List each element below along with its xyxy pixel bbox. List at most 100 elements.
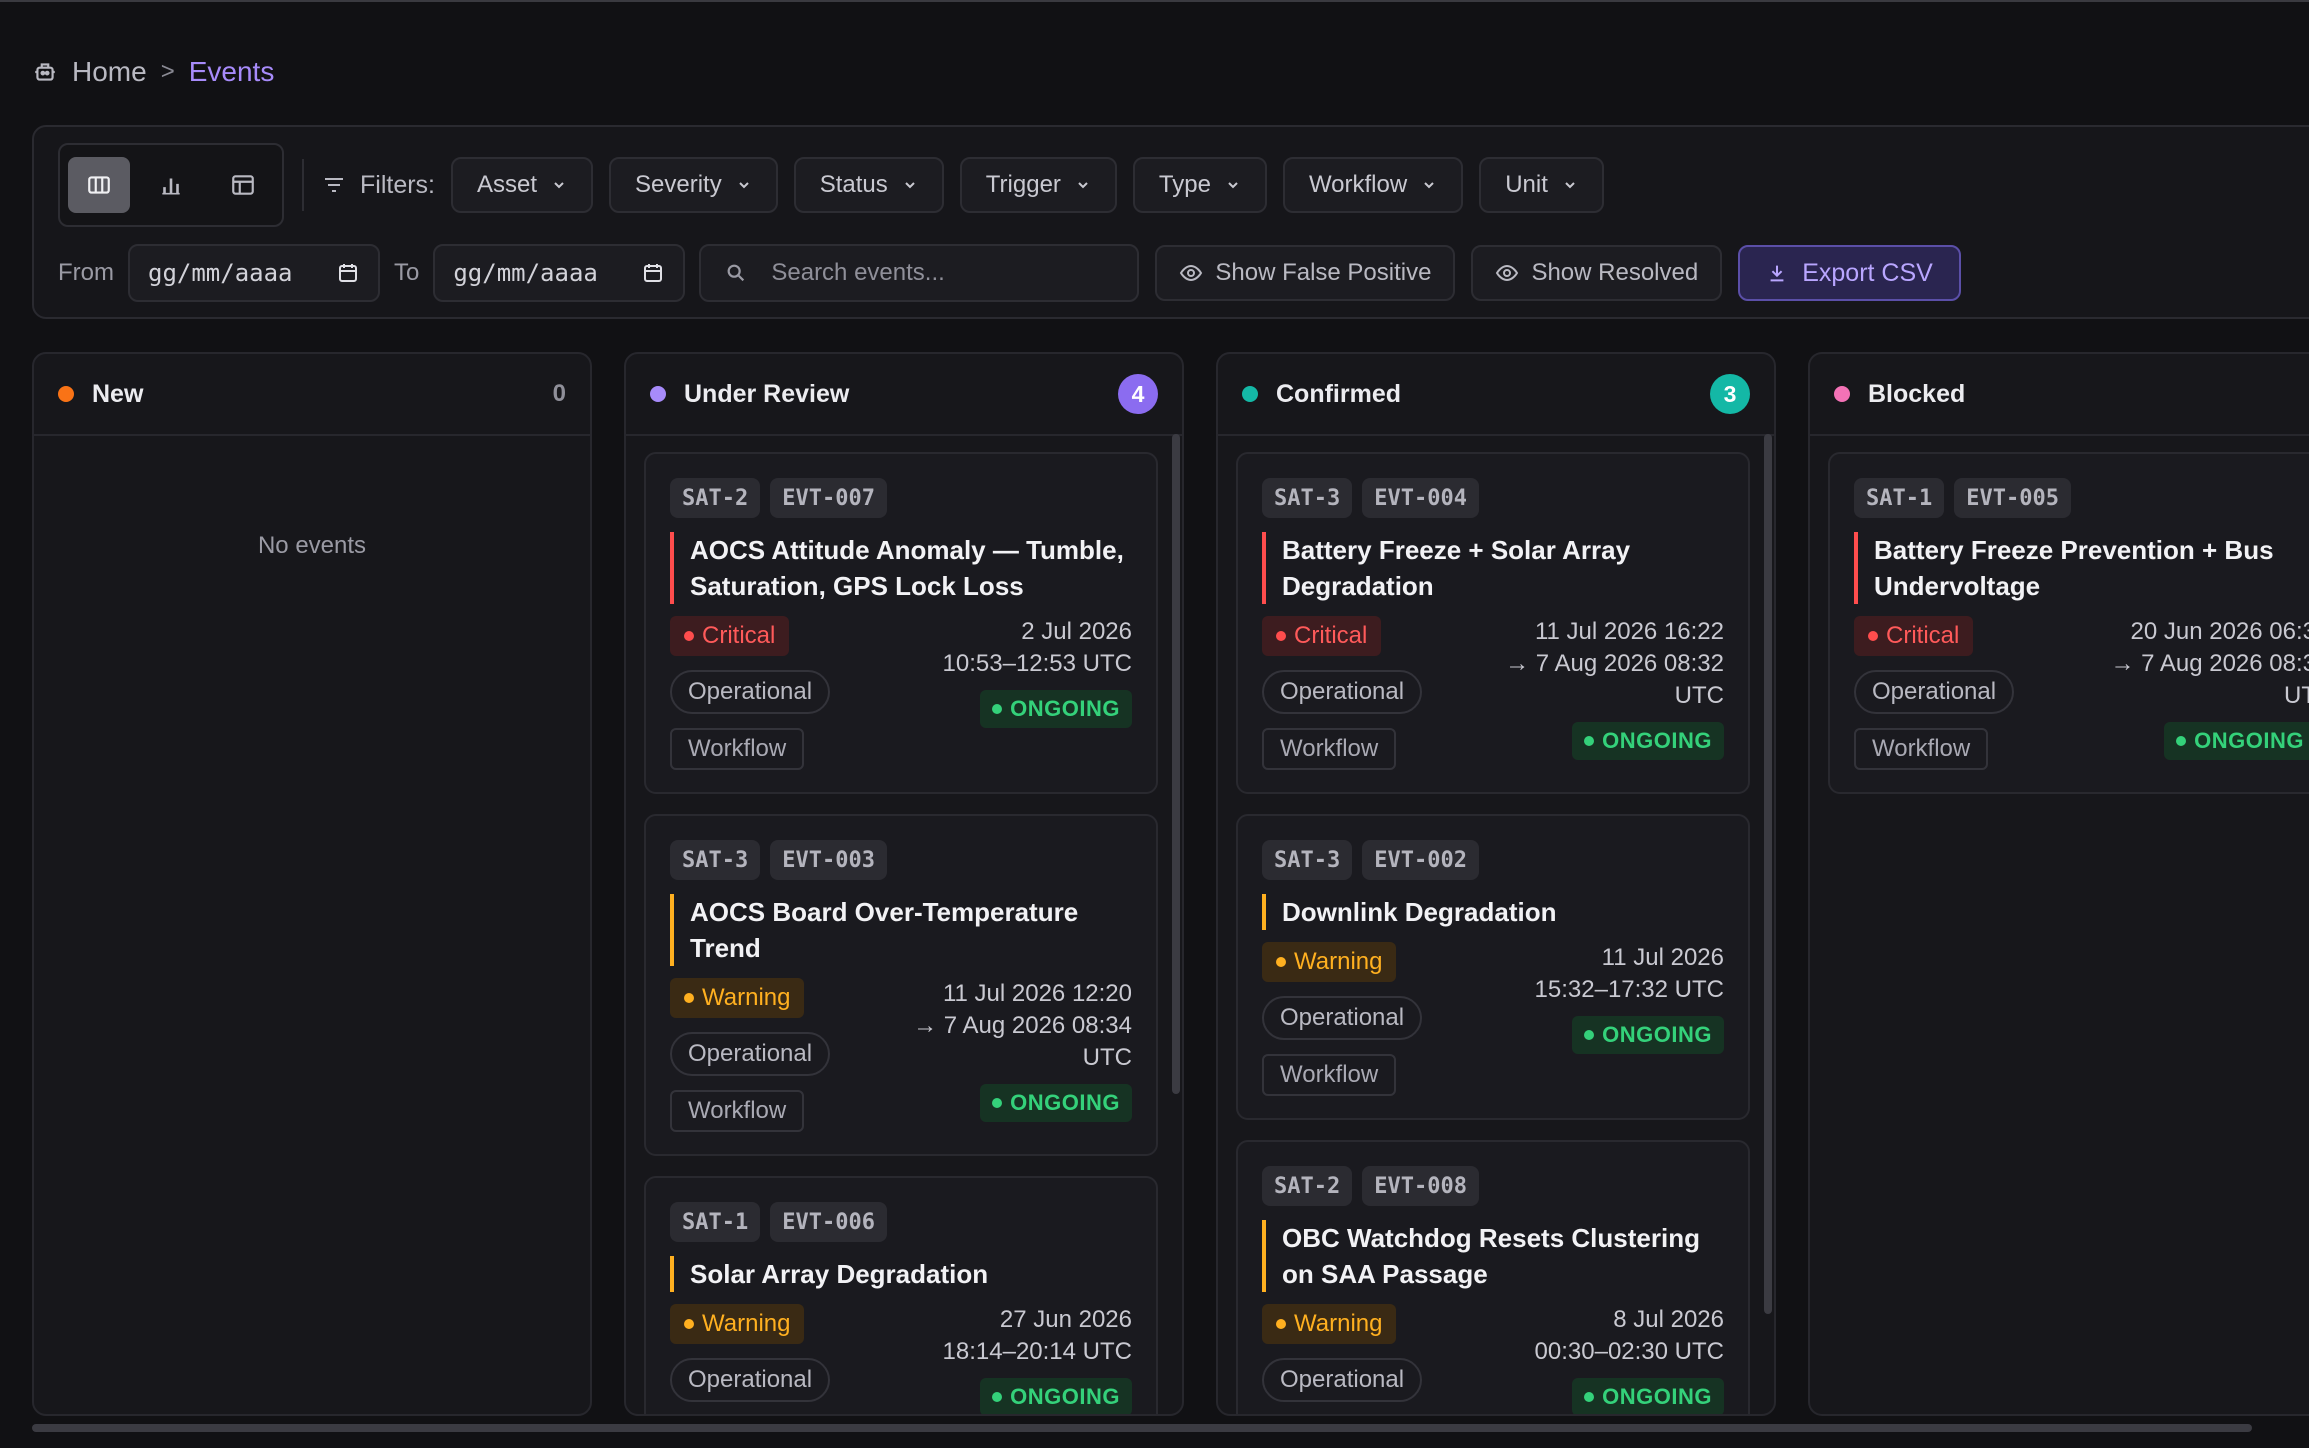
event-time: 11 Jul 2026 15:32–17:32 UTC — [1535, 942, 1724, 1006]
column-blocked: Blocked SAT-1 EVT-005 Battery Freeze Prev… — [1808, 352, 2309, 1416]
asset-tag: SAT-1 — [1854, 478, 1945, 518]
event-title: Battery Freeze Prevention + Bus Undervol… — [1854, 532, 2309, 604]
chevron-down-icon — [905, 182, 915, 189]
filter-workflow[interactable]: Workflow — [1282, 157, 1464, 213]
severity-badge: Warning — [670, 978, 805, 1018]
chevron-down-icon — [1565, 182, 1575, 189]
status-dot — [58, 386, 74, 402]
breadcrumb-home-link[interactable]: Home — [72, 56, 147, 88]
column-body: No events — [34, 436, 590, 576]
filters-label: Filters: — [322, 171, 435, 200]
filter-status[interactable]: Status — [793, 157, 944, 213]
filter-asset[interactable]: Asset — [451, 157, 594, 213]
show-false-positive-label: Show False Positive — [1215, 259, 1432, 286]
column-scrollbar[interactable] — [1172, 434, 1180, 1094]
to-date-input[interactable]: gg/mm/aaaa — [433, 244, 686, 302]
show-false-positive-button[interactable]: Show False Positive — [1155, 245, 1456, 301]
event-card[interactable]: SAT-1 EVT-005 Battery Freeze Prevention +… — [1828, 452, 2309, 794]
event-card[interactable]: SAT-1 EVT-006 Solar Array Degradation War… — [644, 1176, 1158, 1414]
severity-label: Critical — [1294, 622, 1368, 649]
event-id-tag: EVT-006 — [770, 1202, 887, 1242]
asset-tag: SAT-3 — [670, 840, 761, 880]
event-card[interactable]: SAT-3 EVT-002 Downlink Degradation Warnin… — [1236, 814, 1750, 1120]
event-card[interactable]: SAT-2 EVT-008 OBC Watchdog Resets Cluster… — [1236, 1140, 1750, 1414]
filter-asset-label: Asset — [477, 171, 538, 198]
workflow-button[interactable]: Workflow — [1854, 728, 1989, 770]
export-csv-button[interactable]: Export CSV — [1738, 245, 1961, 301]
status-label: ONGOING — [1602, 1384, 1712, 1409]
filter-status-label: Status — [819, 171, 888, 198]
column-body: SAT-3 EVT-004 Battery Freeze + Solar Arra… — [1218, 436, 1774, 1414]
event-id-tag: EVT-003 — [770, 840, 887, 880]
status-badge: ONGOING — [980, 690, 1132, 728]
kanban-icon — [88, 176, 110, 194]
workflow-button[interactable]: Workflow — [1262, 1054, 1397, 1096]
column-title: Blocked — [1868, 379, 1966, 408]
filter-severity[interactable]: Severity — [609, 157, 778, 213]
eye-icon — [1496, 264, 1519, 282]
status-dot — [650, 386, 666, 402]
chart-view-button[interactable] — [140, 157, 202, 213]
column-header: New 0 — [34, 354, 590, 436]
time-line: 15:32–17:32 UTC — [1534, 976, 1724, 1003]
time-line: 00:30–02:30 UTC — [1534, 1338, 1724, 1365]
search-input[interactable]: Search events... — [699, 244, 1140, 302]
workflow-button[interactable]: Workflow — [670, 1090, 805, 1132]
kanban-view-button[interactable] — [68, 157, 130, 213]
type-pill: Operational — [670, 670, 831, 714]
show-resolved-button[interactable]: Show Resolved — [1471, 245, 1723, 301]
asset-tag: SAT-2 — [670, 478, 761, 518]
eye-icon — [1180, 264, 1203, 282]
status-dot — [1242, 386, 1258, 402]
event-id-tag: EVT-002 — [1362, 840, 1479, 880]
column-under-review: Under Review 4 SAT-2 EVT-007 AOCS Attitud… — [624, 352, 1184, 1416]
from-date-placeholder: gg/mm/aaaa — [148, 259, 293, 287]
calendar-icon[interactable] — [336, 261, 360, 285]
filter-unit[interactable]: Unit — [1479, 157, 1604, 213]
filter-panel: Filters: Asset Severity Status Trigger T… — [32, 125, 2309, 319]
severity-badge: Warning — [1262, 942, 1397, 982]
asset-tag: SAT-3 — [1262, 840, 1353, 880]
date-search-row: From gg/mm/aaaa To gg/mm/aaaa Search eve… — [58, 243, 1961, 303]
from-date-input[interactable]: gg/mm/aaaa — [128, 244, 380, 302]
time-line: → 7 Aug 2026 08:34 — [913, 1012, 1132, 1039]
event-card[interactable]: SAT-3 EVT-004 Battery Freeze + Solar Arra… — [1236, 452, 1750, 794]
status-badge: ONGOING — [1572, 1378, 1724, 1414]
time-line: 11 Jul 2026 — [1601, 944, 1724, 971]
column-count-badge: 4 — [1118, 374, 1158, 414]
event-card[interactable]: SAT-2 EVT-007 AOCS Attitude Anomaly — Tum… — [644, 452, 1158, 794]
event-time: 11 Jul 2026 16:22 → 7 Aug 2026 08:32 UTC — [1505, 616, 1724, 712]
status-badge: ONGOING — [980, 1378, 1132, 1414]
window-top-border — [0, 0, 2309, 2]
severity-badge: Critical — [1854, 616, 1974, 656]
board-horizontal-scrollbar[interactable] — [32, 1424, 2252, 1432]
workflow-button[interactable]: Workflow — [670, 728, 805, 770]
severity-label: Warning — [1294, 1310, 1383, 1337]
event-time: 11 Jul 2026 12:20 → 7 Aug 2026 08:34 UTC — [913, 978, 1132, 1074]
filter-trigger[interactable]: Trigger — [959, 157, 1117, 213]
severity-badge: Critical — [670, 616, 790, 656]
breadcrumb-separator: > — [160, 58, 175, 85]
breadcrumb: Home > Events — [32, 52, 274, 92]
event-id-tag: EVT-004 — [1362, 478, 1479, 518]
workflow-button[interactable]: Workflow — [1262, 728, 1397, 770]
time-line: 10:53–12:53 UTC — [942, 650, 1132, 677]
table-view-button[interactable] — [212, 157, 274, 213]
time-line: UTC — [1082, 1044, 1132, 1071]
event-time: 2 Jul 2026 10:53–12:53 UTC — [943, 616, 1132, 680]
home-icon[interactable] — [32, 59, 58, 85]
event-id-tag: EVT-007 — [770, 478, 887, 518]
column-title: New — [92, 379, 144, 408]
calendar-icon[interactable] — [641, 261, 665, 285]
column-title: Confirmed — [1276, 379, 1401, 408]
empty-state: No events — [257, 532, 367, 559]
severity-badge: Critical — [1262, 616, 1382, 656]
event-card[interactable]: SAT-3 EVT-003 AOCS Board Over-Temperature… — [644, 814, 1158, 1156]
filter-severity-label: Severity — [635, 171, 722, 198]
status-label: ONGOING — [1010, 1384, 1120, 1409]
event-id-tag: EVT-005 — [1954, 478, 2071, 518]
column-scrollbar[interactable] — [1764, 434, 1772, 1314]
filter-type[interactable]: Type — [1132, 157, 1267, 213]
type-pill: Operational — [1262, 996, 1423, 1040]
severity-label: Critical — [1886, 622, 1960, 649]
